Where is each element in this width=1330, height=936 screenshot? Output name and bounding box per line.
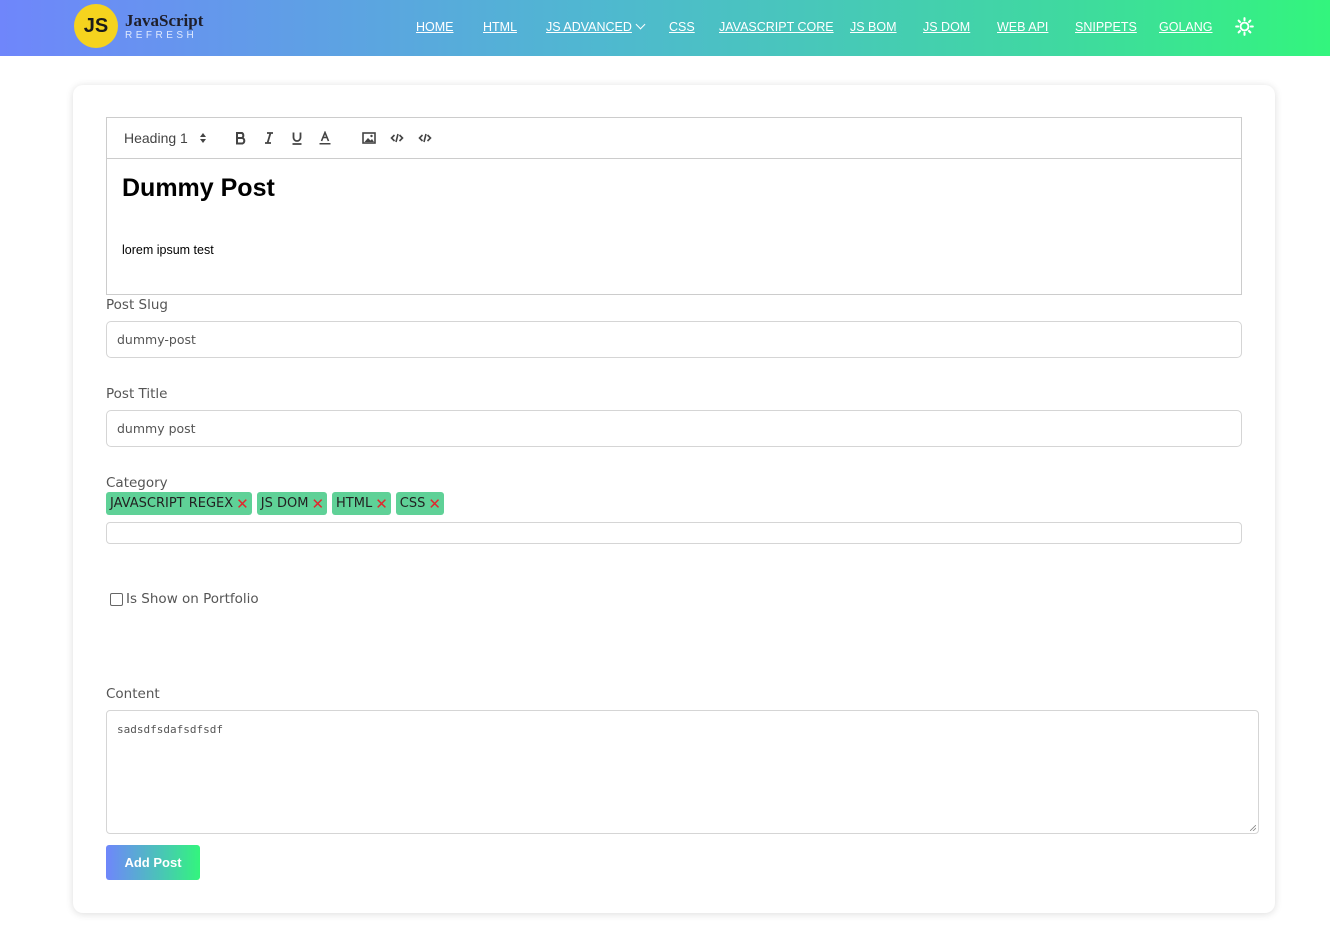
nav-js-advanced-label: JS ADVANCED xyxy=(546,20,632,34)
sun-icon[interactable] xyxy=(1235,17,1254,36)
portfolio-option: Is Show on Portfolio xyxy=(110,591,259,607)
remove-tag-icon[interactable]: ✕ xyxy=(236,495,249,513)
category-tags: JAVASCRIPT REGEX ✕ JS DOM ✕ HTML ✕ CSS ✕ xyxy=(106,492,449,515)
top-navbar: JS JavaScript REFRESH HOME HTML JS ADVAN… xyxy=(0,0,1330,56)
nav-snippets[interactable]: SNIPPETS xyxy=(1075,20,1137,34)
category-tag: JS DOM ✕ xyxy=(256,492,328,515)
editor-toolbar: Heading 1 xyxy=(107,118,1241,159)
rich-text-editor: Heading 1 Dummy Post lorem ipsum test xyxy=(106,117,1242,295)
remove-tag-icon[interactable]: ✕ xyxy=(428,495,441,513)
editor-heading[interactable]: Dummy Post xyxy=(122,174,1226,203)
nav-js-dom[interactable]: JS DOM xyxy=(923,20,970,34)
updown-arrows-icon xyxy=(199,133,206,143)
content-textarea[interactable]: sadsdfsdafsdfsdf xyxy=(106,710,1259,834)
portfolio-checkbox-label[interactable]: Is Show on Portfolio xyxy=(126,591,259,607)
nav-js-advanced[interactable]: JS ADVANCED xyxy=(546,19,646,34)
heading-select[interactable]: Heading 1 xyxy=(124,130,206,146)
logo-title: JavaScript xyxy=(125,10,204,30)
category-label: Category xyxy=(106,475,168,491)
editor-content[interactable]: Dummy Post lorem ipsum test xyxy=(107,159,1241,271)
post-slug-input[interactable]: dummy-post xyxy=(106,321,1242,358)
nav-javascript-core[interactable]: JAVASCRIPT CORE xyxy=(719,20,834,34)
resize-grip-icon[interactable] xyxy=(1250,825,1256,831)
portfolio-checkbox[interactable] xyxy=(110,592,123,606)
content-label: Content xyxy=(106,686,160,702)
post-title-input[interactable]: dummy post xyxy=(106,410,1242,447)
js-logo-badge: JS xyxy=(74,4,118,48)
nav-css[interactable]: CSS xyxy=(669,20,695,34)
nav-home[interactable]: HOME xyxy=(416,20,454,34)
content-textarea-value: sadsdfsdafsdfsdf xyxy=(117,723,223,736)
nav-golang[interactable]: GOLANG xyxy=(1159,20,1213,34)
remove-tag-icon[interactable]: ✕ xyxy=(375,495,388,513)
category-tag: CSS ✕ xyxy=(395,492,444,515)
nav-js-bom[interactable]: JS BOM xyxy=(850,20,897,34)
remove-tag-icon[interactable]: ✕ xyxy=(311,495,324,513)
code-icon[interactable] xyxy=(388,129,406,147)
site-logo[interactable]: JS JavaScript REFRESH xyxy=(74,4,203,48)
nav-web-api[interactable]: WEB API xyxy=(997,20,1048,34)
italic-icon[interactable] xyxy=(260,129,278,147)
bold-icon[interactable] xyxy=(232,129,250,147)
heading-select-value: Heading 1 xyxy=(124,130,188,146)
text-color-icon[interactable] xyxy=(316,129,334,147)
category-input[interactable] xyxy=(106,522,1242,544)
post-title-label: Post Title xyxy=(106,386,168,402)
logo-subtitle: REFRESH xyxy=(125,29,198,41)
category-tag: HTML ✕ xyxy=(332,492,391,515)
image-icon[interactable] xyxy=(360,129,378,147)
post-slug-label: Post Slug xyxy=(106,297,168,313)
underline-icon[interactable] xyxy=(288,129,306,147)
nav-html[interactable]: HTML xyxy=(483,20,517,34)
chevron-down-icon xyxy=(635,19,646,30)
add-post-button[interactable]: Add Post xyxy=(106,845,200,880)
editor-paragraph[interactable]: lorem ipsum test xyxy=(122,243,1226,257)
code-block-icon[interactable] xyxy=(416,129,434,147)
category-tag: JAVASCRIPT REGEX ✕ xyxy=(106,492,252,515)
